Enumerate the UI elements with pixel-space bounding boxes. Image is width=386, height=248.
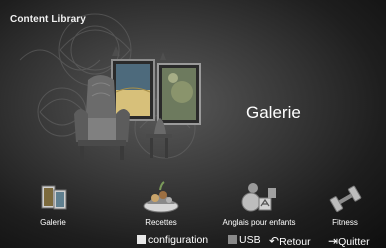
quitter-hint[interactable]: ⇥Quitter: [328, 234, 370, 248]
return-icon: ↶: [269, 234, 280, 248]
usb-label: USB: [239, 234, 261, 246]
gallery-icon: [41, 185, 67, 210]
usb-hint[interactable]: USB: [228, 234, 261, 246]
menu-item-label: Anglais pour enfants: [222, 218, 296, 227]
exit-icon: ⇥: [328, 234, 339, 248]
white-button-icon: [137, 235, 146, 244]
category-menu: Galerie Recettes Anglais pour enfants Fi…: [0, 174, 386, 232]
quitter-label: Quitter: [338, 236, 370, 248]
menu-item-label: Galerie: [40, 218, 66, 227]
retour-hint[interactable]: ↶Retour: [269, 234, 311, 248]
fitness-icon: [329, 185, 362, 213]
content-library-screen: Content Library Galerie Galerie Recettes: [0, 0, 386, 248]
menu-item-recettes[interactable]: Recettes: [124, 174, 198, 232]
gallery-hero-illustration: [19, 13, 201, 160]
menu-item-anglais-pour-enfants[interactable]: Anglais pour enfants: [216, 174, 302, 232]
recipes-icon: [143, 181, 179, 213]
configuration-label: configuration: [148, 234, 209, 246]
configuration-hint[interactable]: configuration: [137, 234, 208, 246]
content-library-title: Content Library: [10, 14, 86, 25]
menu-item-label: Fitness: [332, 218, 358, 227]
menu-item-galerie[interactable]: Galerie: [26, 174, 80, 232]
menu-item-label: Recettes: [145, 218, 177, 227]
menu-item-fitness[interactable]: Fitness: [316, 174, 374, 232]
section-title: Galerie: [246, 103, 301, 122]
retour-label: Retour: [279, 236, 311, 248]
children-english-icon: [241, 183, 276, 212]
footer-hint-bar: configuration USB ↶Retour ⇥Quitter: [0, 232, 386, 248]
grey-button-icon: [228, 235, 237, 244]
